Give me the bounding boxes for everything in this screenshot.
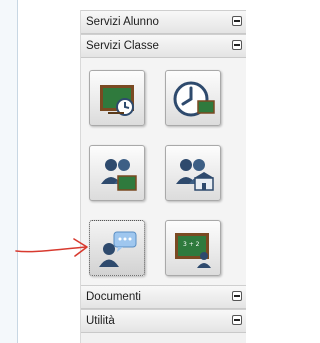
- section-title: Servizi Classe: [86, 40, 159, 52]
- timetable-clock-icon: [173, 81, 215, 117]
- servizi-classe-icons: 3 + 2: [81, 58, 246, 285]
- section-servizi-alunno[interactable]: Servizi Alunno: [81, 10, 246, 34]
- class-group-button[interactable]: [89, 145, 145, 201]
- section-documenti[interactable]: Documenti: [81, 285, 246, 309]
- group-school-icon: [176, 159, 214, 191]
- collapse-icon[interactable]: [232, 40, 242, 50]
- left-strip: [0, 0, 18, 343]
- red-arrow-annotation: [15, 238, 88, 257]
- class-group-icon: [101, 159, 137, 191]
- lesson-board-icon: [100, 85, 134, 116]
- section-title: Documenti: [86, 291, 141, 303]
- group-school-button[interactable]: [165, 145, 221, 201]
- side-panel: Servizi Alunno Servizi Classe 3 + 2 Docu…: [80, 10, 246, 343]
- section-utilita[interactable]: Utilità: [81, 309, 246, 333]
- math-board-button[interactable]: 3 + 2: [165, 220, 221, 276]
- section-title: Utilità: [86, 315, 115, 327]
- math-board-user-icon: 3 + 2: [175, 233, 211, 268]
- communication-button[interactable]: [89, 220, 145, 276]
- collapse-icon[interactable]: [232, 315, 242, 325]
- communication-user-icon: [99, 231, 137, 267]
- collapse-icon[interactable]: [232, 291, 242, 301]
- svg-text:3 + 2: 3 + 2: [183, 241, 200, 248]
- collapse-icon[interactable]: [232, 16, 242, 26]
- lesson-board-button[interactable]: [89, 70, 145, 126]
- section-title: Servizi Alunno: [86, 16, 159, 28]
- section-servizi-classe[interactable]: Servizi Classe: [81, 34, 246, 58]
- left-border: [17, 0, 18, 343]
- timetable-button[interactable]: [165, 70, 221, 126]
